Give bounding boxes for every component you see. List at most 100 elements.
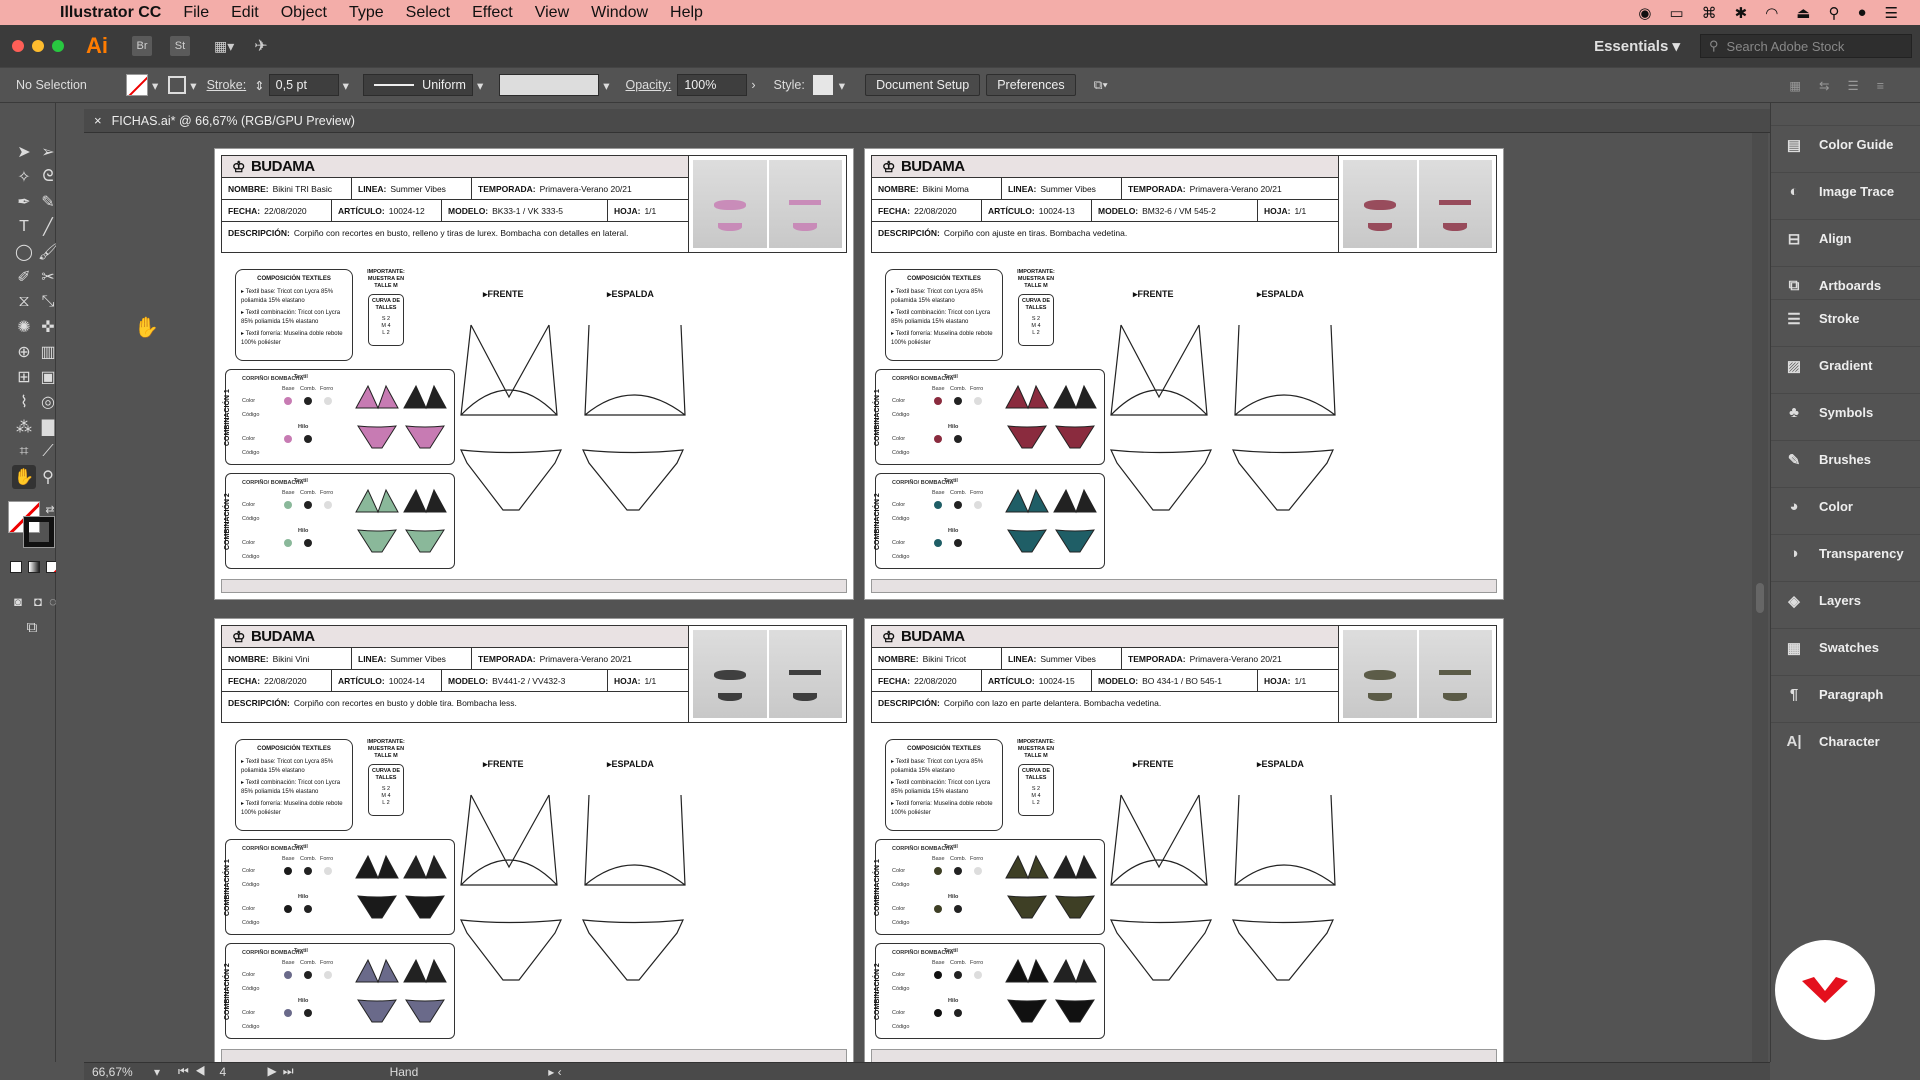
- artboard[interactable]: ♔ BUDAMA NOMBRE: Bikini TRI Basic LINEA: Su…: [214, 148, 854, 600]
- profile-dropdown-icon[interactable]: ▾: [477, 78, 483, 93]
- artboard-tool-icon[interactable]: ⌗: [12, 440, 36, 464]
- align-controls-icon[interactable]: ▦⇆☰≡: [1789, 78, 1902, 93]
- symbol-sprayer-tool-icon[interactable]: ⁂: [12, 415, 36, 439]
- panel-swatches[interactable]: ▦ Swatches: [1771, 628, 1920, 666]
- user-avatar-icon[interactable]: ●: [1857, 4, 1866, 22]
- zoom-window-icon[interactable]: [52, 40, 64, 52]
- document-tab[interactable]: FICHAS.ai* @ 66,67% (RGB/GPU Preview): [112, 114, 355, 128]
- brush-definition[interactable]: [499, 74, 600, 96]
- notification-list-icon[interactable]: ☰: [1885, 4, 1898, 22]
- eject-icon[interactable]: ⏏: [1796, 4, 1810, 22]
- mesh-tool-icon[interactable]: ⊞: [12, 365, 36, 389]
- menu-view[interactable]: View: [524, 4, 580, 22]
- fill-dropdown-icon[interactable]: ▾: [152, 78, 158, 93]
- selection-tool-icon[interactable]: ➤: [12, 140, 36, 164]
- style-swatch[interactable]: [812, 75, 833, 95]
- type-tool-icon[interactable]: T: [12, 215, 36, 239]
- status-arrows-icon[interactable]: ▸ ‹: [548, 1065, 561, 1079]
- close-window-icon[interactable]: [12, 40, 24, 52]
- color-dot: [954, 501, 962, 509]
- stroke-label[interactable]: Stroke:: [207, 78, 247, 92]
- spotlight-search-icon[interactable]: ⚲: [1828, 4, 1839, 22]
- scroll-thumb[interactable]: [1756, 583, 1764, 613]
- combination-1: COMBINACIÓN 1 CORPIÑO/ BOMBACHA Textil B…: [874, 839, 1105, 935]
- close-document-icon[interactable]: ×: [94, 113, 102, 128]
- fill-swatch[interactable]: [126, 74, 148, 96]
- technical-flat-drawing: [460, 324, 686, 511]
- brush-dropdown-icon[interactable]: ▾: [603, 78, 609, 93]
- vertical-scrollbar[interactable]: [1752, 133, 1768, 1062]
- magic-wand-tool-icon[interactable]: ✧: [12, 165, 36, 189]
- panel-gradient[interactable]: ▨ Gradient: [1771, 346, 1920, 384]
- preferences-button[interactable]: Preferences: [986, 74, 1076, 96]
- command-icon[interactable]: ⌘: [1702, 4, 1717, 22]
- zoom-dropdown-icon[interactable]: ▾: [154, 1065, 160, 1079]
- panel-symbols[interactable]: ♣ Symbols: [1771, 393, 1920, 431]
- menu-object[interactable]: Object: [270, 4, 338, 22]
- panel-color-guide[interactable]: ▤ Color Guide: [1771, 125, 1920, 163]
- menu-type[interactable]: Type: [338, 4, 395, 22]
- screen-mode-icon[interactable]: ⧉: [20, 615, 44, 639]
- gpu-performance-icon[interactable]: ✈: [254, 36, 267, 56]
- reflect-tool-icon[interactable]: ⧖: [12, 290, 36, 314]
- bluetooth-icon[interactable]: ✱: [1735, 4, 1748, 22]
- opacity-field[interactable]: 100%: [677, 74, 748, 96]
- panel-stroke[interactable]: ☰ Stroke: [1771, 299, 1920, 337]
- ellipse-tool-icon[interactable]: ◯: [12, 240, 36, 264]
- menu-help[interactable]: Help: [659, 4, 714, 22]
- style-dropdown-icon[interactable]: ▾: [839, 78, 845, 93]
- menu-window[interactable]: Window: [580, 4, 659, 22]
- variable-width-profile[interactable]: Uniform: [362, 74, 473, 96]
- menu-edit[interactable]: Edit: [220, 4, 270, 22]
- puppet-warp-tool-icon[interactable]: ✺: [12, 315, 36, 339]
- artboard[interactable]: ♔ BUDAMA NOMBRE: Bikini Vini LINEA: Summer …: [214, 618, 854, 1062]
- stroke-weight-dropdown-icon[interactable]: ▾: [343, 78, 349, 93]
- shaper-tool-icon[interactable]: ✐: [12, 265, 36, 289]
- hand-tool-icon[interactable]: ✋: [12, 465, 36, 489]
- color-mode-icon[interactable]: [10, 561, 22, 573]
- document-setup-button[interactable]: Document Setup: [865, 74, 981, 96]
- artboard-first-prev-icon[interactable]: ⏮◀: [178, 1064, 212, 1079]
- panel-image-trace[interactable]: ◐ Image Trace: [1771, 172, 1920, 210]
- workspace-switcher[interactable]: Essentials ▾: [1594, 37, 1680, 55]
- menu-file[interactable]: File: [172, 4, 220, 22]
- shape-builder-tool-icon[interactable]: ⊕: [12, 340, 36, 364]
- menu-effect[interactable]: Effect: [461, 4, 524, 22]
- front-photo: [1343, 160, 1417, 248]
- zoom-level[interactable]: 66,67%: [92, 1065, 148, 1079]
- stroke-stepper-icon[interactable]: ⇕: [254, 78, 264, 93]
- color-dot: [954, 397, 962, 405]
- opacity-label[interactable]: Opacity:: [626, 78, 672, 92]
- display-icon[interactable]: ▭: [1669, 4, 1683, 22]
- panel-character[interactable]: A| Character: [1771, 722, 1920, 760]
- minimize-window-icon[interactable]: [32, 40, 44, 52]
- pen-tool-icon[interactable]: ✒: [12, 190, 36, 214]
- opacity-arrow-icon[interactable]: ›: [751, 78, 755, 92]
- panel-layers[interactable]: ◈ Layers: [1771, 581, 1920, 619]
- bridge-button[interactable]: Br: [132, 36, 152, 56]
- panel-brushes[interactable]: ✎ Brushes: [1771, 440, 1920, 478]
- eyedropper-tool-icon[interactable]: ⌇: [12, 390, 36, 414]
- menu-select[interactable]: Select: [395, 4, 461, 22]
- stroke-dropdown-icon[interactable]: ▾: [190, 78, 196, 93]
- search-stock-input[interactable]: ⚲ Search Adobe Stock: [1700, 34, 1912, 58]
- wifi-icon[interactable]: ◠: [1765, 4, 1778, 22]
- arrange-documents-icon[interactable]: ▦▾: [214, 38, 234, 55]
- artboard[interactable]: ♔ BUDAMA NOMBRE: Bikini Moma LINEA: Summer …: [864, 148, 1504, 600]
- gradient-mode-icon[interactable]: [28, 561, 40, 573]
- menu-app-name[interactable]: Illustrator CC: [46, 4, 172, 22]
- record-icon[interactable]: ◉: [1638, 4, 1651, 22]
- panel-paragraph[interactable]: ¶ Paragraph: [1771, 675, 1920, 713]
- transform-icon[interactable]: ⧉▾: [1094, 78, 1108, 93]
- artboard-next-last-icon[interactable]: ▶⏭: [268, 1064, 300, 1079]
- canvas[interactable]: ♔ BUDAMA NOMBRE: Bikini TRI Basic LINEA: Su…: [84, 133, 1770, 1062]
- panel-color[interactable]: ◕ Color: [1771, 487, 1920, 525]
- artboard-number[interactable]: 4: [220, 1065, 260, 1079]
- stroke-weight-field[interactable]: 0,5 pt: [268, 74, 339, 96]
- panel-transparency[interactable]: ◑ Transparency: [1771, 534, 1920, 572]
- stroke-color-icon[interactable]: [23, 516, 55, 548]
- stroke-swatch[interactable]: [168, 76, 187, 94]
- stock-button[interactable]: St: [170, 36, 190, 56]
- artboard[interactable]: ♔ BUDAMA NOMBRE: Bikini Tricot LINEA: Summe…: [864, 618, 1504, 1062]
- panel-align[interactable]: ⊟ Align: [1771, 219, 1920, 257]
